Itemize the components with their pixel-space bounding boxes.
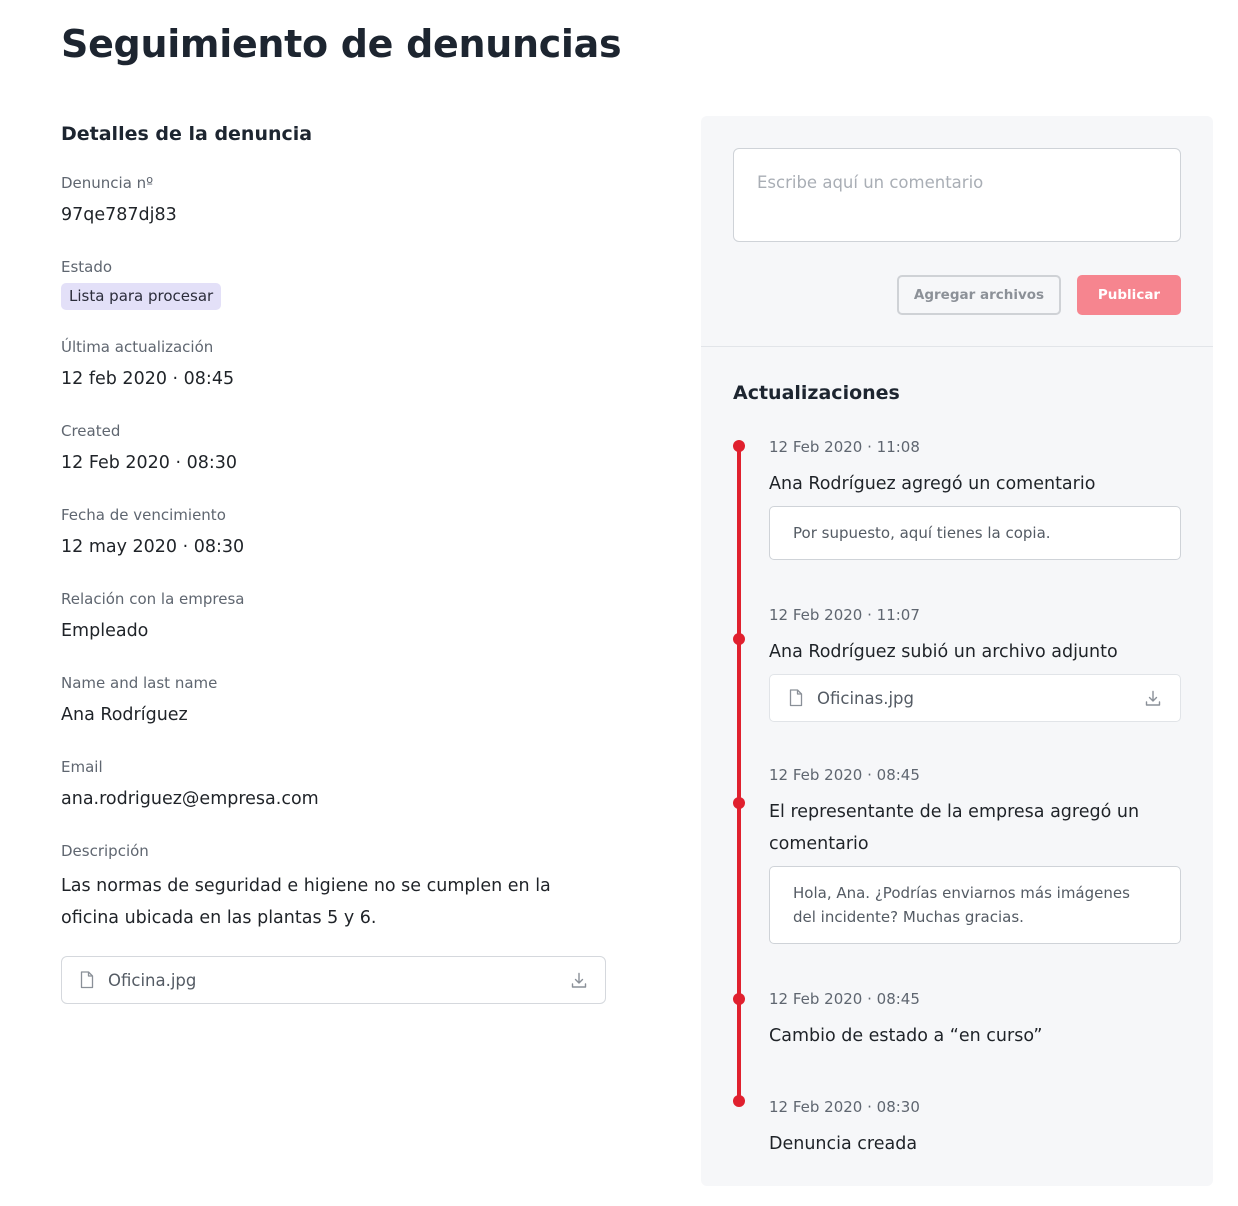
field-label: Name and last name xyxy=(61,674,218,692)
download-icon[interactable] xyxy=(1145,690,1161,707)
activity-panel: Agregar archivos Publicar Actualizacione… xyxy=(701,116,1213,1186)
field-label: Fecha de vencimiento xyxy=(61,506,226,524)
status-badge: Lista para procesar xyxy=(61,283,222,310)
update-text: Denuncia creada xyxy=(769,1134,918,1154)
field-value: Empleado xyxy=(61,621,149,641)
field-company-relation: Relación con la empresa Empleado xyxy=(61,588,244,642)
update-date: 12 Feb 2020 · 11:08 xyxy=(769,438,920,456)
file-icon xyxy=(80,971,94,989)
field-value: 12 may 2020 · 08:30 xyxy=(61,537,245,557)
field-label: Denuncia nº xyxy=(61,174,154,192)
comment-box[interactable] xyxy=(733,148,1181,242)
field-status: Estado Lista para procesar xyxy=(61,256,222,310)
attachment-file[interactable]: Oficina.jpg xyxy=(61,956,606,1004)
complaint-details: Detalles de la denuncia Denuncia nº 97qe… xyxy=(61,120,606,1004)
update-text: Cambio de estado a “en curso” xyxy=(769,1026,1043,1046)
field-label: Email xyxy=(61,758,103,776)
update-entry: 12 Feb 2020 · 11:08 Ana Rodríguez agregó… xyxy=(769,436,1181,560)
divider xyxy=(701,346,1213,347)
field-value: Ana Rodríguez xyxy=(61,705,188,725)
field-email: Email ana.rodriguez@empresa.com xyxy=(61,756,319,810)
timeline-dot xyxy=(733,797,745,809)
update-text: Ana Rodríguez subió un archivo adjunto xyxy=(769,642,1118,662)
field-description: Descripción Las normas de seguridad e hi… xyxy=(61,840,606,934)
field-label: Relación con la empresa xyxy=(61,590,245,608)
field-label: Created xyxy=(61,422,121,440)
update-comment: Por supuesto, aquí tienes la copia. xyxy=(769,506,1181,560)
update-text: Ana Rodríguez agregó un comentario xyxy=(769,474,1096,494)
update-entry: 12 Feb 2020 · 08:30 Denuncia creada xyxy=(769,1096,1181,1160)
field-name: Name and last name Ana Rodríguez xyxy=(61,672,217,726)
field-value: 12 feb 2020 · 08:45 xyxy=(61,369,235,389)
timeline-dot xyxy=(733,993,745,1005)
add-files-button[interactable]: Agregar archivos xyxy=(897,275,1061,315)
comment-input[interactable] xyxy=(757,173,1157,217)
update-date: 12 Feb 2020 · 11:07 xyxy=(769,606,920,624)
timeline-dot xyxy=(733,440,745,452)
field-label: Estado xyxy=(61,258,113,276)
update-text: El representante de la empresa agregó un… xyxy=(769,802,1140,854)
page-title: Seguimiento de denuncias xyxy=(61,22,622,66)
publish-button[interactable]: Publicar xyxy=(1077,275,1181,315)
attachment-file-name: Oficinas.jpg xyxy=(817,688,914,708)
update-entry: 12 Feb 2020 · 08:45 El representante de … xyxy=(769,764,1181,944)
update-entry: 12 Feb 2020 · 08:45 Cambio de estado a “… xyxy=(769,988,1181,1052)
attachment-file-name: Oficina.jpg xyxy=(108,970,197,990)
field-value: ana.rodriguez@empresa.com xyxy=(61,789,319,809)
update-attachment[interactable]: Oficinas.jpg xyxy=(769,674,1181,722)
timeline-dot xyxy=(733,1095,745,1107)
update-date: 12 Feb 2020 · 08:30 xyxy=(769,1098,920,1116)
updates-title: Actualizaciones xyxy=(733,382,900,404)
field-last-update: Última actualización 12 feb 2020 · 08:45 xyxy=(61,336,234,390)
field-complaint-number: Denuncia nº 97qe787dj83 xyxy=(61,172,177,226)
field-value: 12 Feb 2020 · 08:30 xyxy=(61,453,238,473)
field-due-date: Fecha de vencimiento 12 may 2020 · 08:30 xyxy=(61,504,244,558)
update-entry: 12 Feb 2020 · 11:07 Ana Rodríguez subió … xyxy=(769,604,1181,722)
file-icon xyxy=(789,689,803,707)
field-value: Las normas de seguridad e higiene no se … xyxy=(61,876,551,928)
field-label: Última actualización xyxy=(61,338,214,356)
details-section-title: Detalles de la denuncia xyxy=(61,123,313,145)
download-icon[interactable] xyxy=(571,972,587,989)
field-label: Descripción xyxy=(61,842,149,860)
field-value: 97qe787dj83 xyxy=(61,205,177,225)
update-date: 12 Feb 2020 · 08:45 xyxy=(769,990,920,1008)
timeline-dot xyxy=(733,633,745,645)
field-created: Created 12 Feb 2020 · 08:30 xyxy=(61,420,237,474)
update-date: 12 Feb 2020 · 08:45 xyxy=(769,766,920,784)
update-comment: Hola, Ana. ¿Podrías enviarnos más imágen… xyxy=(769,866,1181,944)
